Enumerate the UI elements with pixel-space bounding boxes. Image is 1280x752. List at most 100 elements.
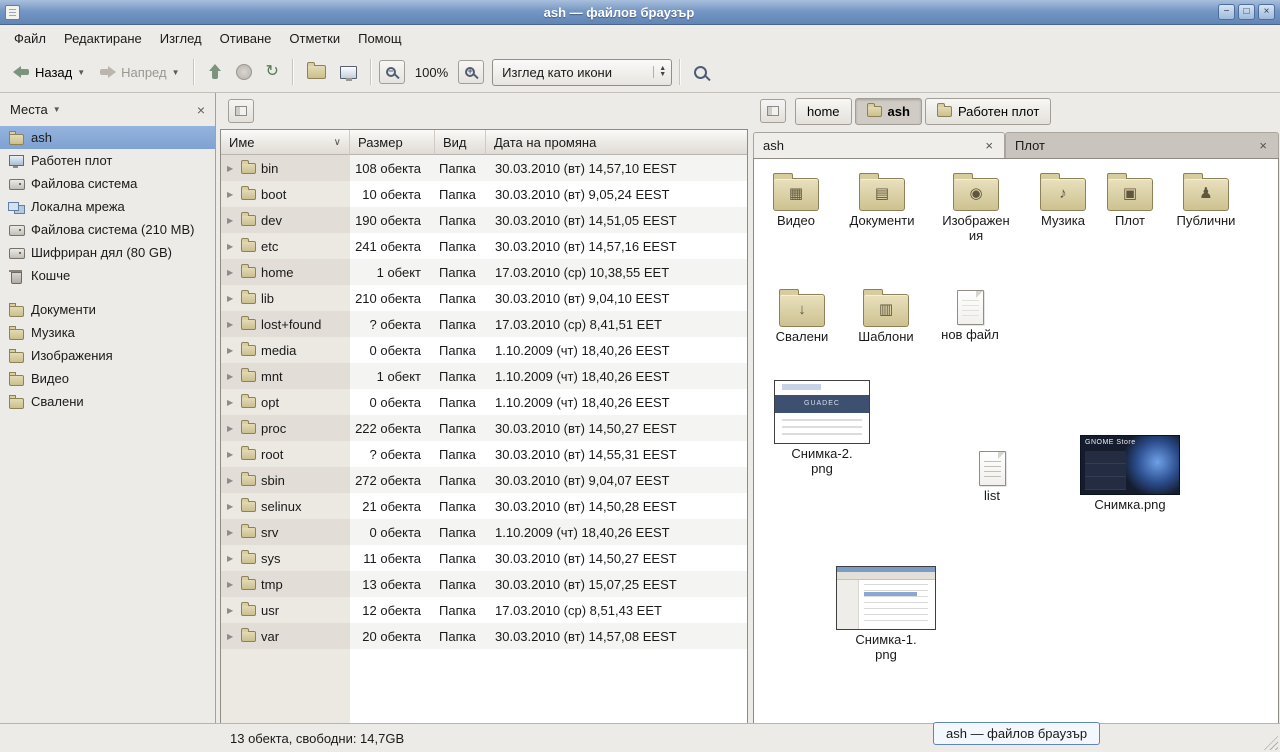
icon-item-downloads[interactable]: ↓Свалени [762, 287, 842, 345]
column-header-3[interactable]: Дата на промяна [486, 130, 747, 155]
path-button-desktop[interactable]: Работен плот [925, 98, 1051, 125]
column-header-0[interactable]: Име∨ [221, 130, 350, 155]
expander-icon[interactable]: ▶ [227, 580, 236, 589]
expander-icon[interactable]: ▶ [227, 372, 236, 381]
sidebar-item-encrypted-80[interactable]: Шифриран дял (80 GB) [0, 241, 215, 264]
table-row[interactable]: ▶home1 обектПапка17.03.2010 (ср) 10,38,5… [221, 259, 747, 285]
menu-view[interactable]: Изглед [151, 27, 211, 50]
column-header-1[interactable]: Размер [350, 130, 435, 155]
expander-icon[interactable]: ▶ [227, 632, 236, 641]
column-header-2[interactable]: Вид [435, 130, 486, 155]
tab-ash[interactable]: ash× [753, 132, 1005, 158]
menu-file[interactable]: Файл [5, 27, 55, 50]
sidebar-item-downloads[interactable]: Свалени [0, 390, 215, 413]
table-row[interactable]: ▶root? обектаПапка30.03.2010 (вт) 14,55,… [221, 441, 747, 467]
path-button-home[interactable]: home [795, 98, 852, 125]
sidebar-item-music[interactable]: Музика [0, 321, 215, 344]
sidebar-title[interactable]: Места [10, 102, 48, 117]
expander-icon[interactable]: ▶ [227, 528, 236, 537]
zoom-in-button[interactable]: + [458, 60, 484, 84]
forward-button[interactable]: Напред ▼ [93, 60, 185, 85]
expander-icon[interactable]: ▶ [227, 398, 236, 407]
table-row[interactable]: ▶lib210 обектаПапка30.03.2010 (вт) 9,04,… [221, 285, 747, 311]
icon-item-documents[interactable]: ▤Документи [838, 171, 926, 229]
sidebar-item-filesystem[interactable]: Файлова система [0, 172, 215, 195]
table-row[interactable]: ▶tmp13 обектаПапка30.03.2010 (вт) 15,07,… [221, 571, 747, 597]
table-row[interactable]: ▶proc222 обектаПапка30.03.2010 (вт) 14,5… [221, 415, 747, 441]
table-row[interactable]: ▶srv0 обектаПапка1.10.2009 (чт) 18,40,26… [221, 519, 747, 545]
sidebar-item-desktop[interactable]: Работен плот [0, 149, 215, 172]
computer-button[interactable] [334, 61, 363, 84]
table-row[interactable]: ▶mnt1 обектПапка1.10.2009 (чт) 18,40,26 … [221, 363, 747, 389]
menu-help[interactable]: Помощ [349, 27, 410, 50]
path-button-ash[interactable]: ash [855, 98, 922, 125]
maximize-button[interactable]: □ [1238, 4, 1255, 20]
tab-plot[interactable]: Плот× [1005, 132, 1279, 158]
close-icon[interactable]: × [983, 138, 995, 153]
close-button[interactable]: × [1258, 4, 1275, 20]
icon-item-new-file[interactable]: нов файл [930, 287, 1010, 343]
resize-grip[interactable] [1263, 735, 1278, 750]
table-row[interactable]: ▶usr12 обектаПапка17.03.2010 (ср) 8,51,4… [221, 597, 747, 623]
sidebar-close-icon[interactable]: × [197, 102, 205, 118]
zoom-out-button[interactable]: − [379, 60, 405, 84]
expander-icon[interactable]: ▶ [227, 346, 236, 355]
table-row[interactable]: ▶selinux21 обектаПапка30.03.2010 (вт) 14… [221, 493, 747, 519]
icon-item-templates[interactable]: ▥Шаблони [846, 287, 926, 345]
expander-icon[interactable]: ▶ [227, 502, 236, 511]
icon-item-list[interactable]: list [959, 448, 1025, 504]
icon-item-snimka-1[interactable]: Снимка-1. png [832, 566, 940, 662]
table-row[interactable]: ▶dev190 обектаПапка30.03.2010 (вт) 14,51… [221, 207, 747, 233]
expander-icon[interactable]: ▶ [227, 294, 236, 303]
sidebar-item-ash[interactable]: ash [0, 126, 215, 149]
pane-toggle-button[interactable] [760, 99, 786, 123]
sidebar-item-pictures[interactable]: Изображения [0, 344, 215, 367]
expander-icon[interactable]: ▶ [227, 164, 236, 173]
expander-icon[interactable]: ▶ [227, 476, 236, 485]
expander-icon[interactable]: ▶ [227, 554, 236, 563]
view-mode-select[interactable]: Изглед като икони ▲▼ [492, 59, 672, 86]
table-row[interactable]: ▶sbin272 обектаПапка30.03.2010 (вт) 9,04… [221, 467, 747, 493]
menu-edit[interactable]: Редактиране [55, 27, 151, 50]
minimize-button[interactable]: − [1218, 4, 1235, 20]
sidebar-item-filesystem-210[interactable]: Файлова система (210 MB) [0, 218, 215, 241]
folder-icon: ◉ [953, 178, 999, 211]
search-button[interactable] [688, 61, 713, 84]
table-row[interactable]: ▶media0 обектаПапка1.10.2009 (чт) 18,40,… [221, 337, 747, 363]
expander-icon[interactable]: ▶ [227, 242, 236, 251]
table-row[interactable]: ▶var20 обектаПапка30.03.2010 (вт) 14,57,… [221, 623, 747, 649]
expander-icon[interactable]: ▶ [227, 606, 236, 615]
up-button[interactable] [202, 59, 228, 85]
expander-icon[interactable]: ▶ [227, 450, 236, 459]
menu-go[interactable]: Отиване [211, 27, 281, 50]
home-button[interactable] [301, 60, 332, 84]
table-row[interactable]: ▶etc241 обектаПапка30.03.2010 (вт) 14,57… [221, 233, 747, 259]
back-button[interactable]: Назад ▼ [7, 60, 91, 85]
expander-icon[interactable]: ▶ [227, 216, 236, 225]
icon-item-videos[interactable]: ▦Видео [754, 171, 838, 229]
close-icon[interactable]: × [1257, 138, 1269, 153]
menu-bookmarks[interactable]: Отметки [280, 27, 349, 50]
table-row[interactable]: ▶bin108 обектаПапка30.03.2010 (вт) 14,57… [221, 155, 747, 181]
stop-button[interactable] [230, 59, 258, 85]
table-row[interactable]: ▶sys11 обектаПапка30.03.2010 (вт) 14,50,… [221, 545, 747, 571]
icon-item-pictures[interactable]: ◉Изображен ия [932, 171, 1020, 243]
sidebar-item-documents[interactable]: Документи [0, 298, 215, 321]
table-row[interactable]: ▶opt0 обектаПапка1.10.2009 (чт) 18,40,26… [221, 389, 747, 415]
icon-item-desktop[interactable]: ▣Плот [1094, 171, 1166, 229]
reload-button[interactable]: ↻ [260, 59, 285, 85]
sidebar-item-trash[interactable]: Кошче [0, 264, 215, 287]
expander-icon[interactable]: ▶ [227, 424, 236, 433]
table-row[interactable]: ▶lost+found? обектаПапка17.03.2010 (ср) … [221, 311, 747, 337]
expander-icon[interactable]: ▶ [227, 320, 236, 329]
icon-item-public[interactable]: ♟Публични [1166, 171, 1246, 229]
table-row[interactable]: ▶boot10 обектаПапка30.03.2010 (вт) 9,05,… [221, 181, 747, 207]
icon-item-snimka[interactable]: GNOME StoreСнимка.png [1076, 435, 1184, 513]
icon-item-snimka-2[interactable]: GUADECСнимка-2. png [770, 380, 874, 476]
pane-toggle-button[interactable] [228, 99, 254, 123]
expander-icon[interactable]: ▶ [227, 190, 236, 199]
sidebar-item-videos[interactable]: Видео [0, 367, 215, 390]
icon-item-music[interactable]: ♪Музика [1022, 171, 1104, 229]
sidebar-item-network[interactable]: Локална мрежа [0, 195, 215, 218]
expander-icon[interactable]: ▶ [227, 268, 236, 277]
